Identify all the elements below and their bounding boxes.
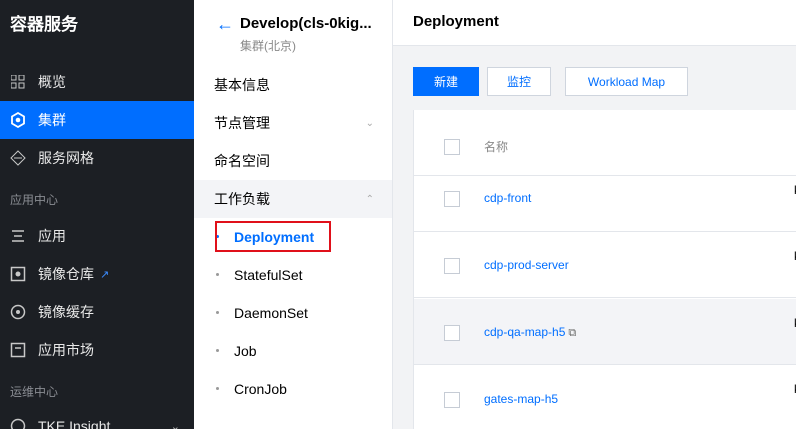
subnav-item-label: 工作负载 — [214, 191, 270, 207]
sidebar-item-label: 集群 — [38, 112, 66, 128]
app-title: 容器服务 — [10, 15, 78, 34]
row-checkbox[interactable] — [444, 191, 460, 207]
external-link-icon: ↗ — [100, 268, 110, 281]
table-row[interactable]: cdp-qa-map-h5⧉ k — [414, 299, 796, 365]
cluster-name: Develop(cls-0kig... — [240, 15, 372, 32]
workload-map-button[interactable]: Workload Map — [565, 67, 688, 96]
subnav-workload-statefulset[interactable]: StatefulSet — [194, 256, 392, 294]
market-icon — [10, 342, 26, 358]
nav-section-app-center: 应用中心 — [10, 193, 59, 207]
sidebar-item-tke-insight[interactable]: TKE Insight ⌄ — [0, 407, 194, 429]
sidebar-item-image-repo[interactable]: 镜像仓库 ↗ — [0, 255, 194, 293]
subnav-item-workload[interactable]: 工作负载 ⌃ — [194, 180, 392, 218]
bullet-dot — [216, 349, 219, 352]
subnav-item-namespace[interactable]: 命名空间 — [194, 142, 392, 180]
image-repo-icon — [10, 266, 26, 282]
sidebar-item-image-cache[interactable]: 镜像缓存 — [0, 293, 194, 331]
highlight-box — [215, 221, 331, 252]
sidebar-item-cluster[interactable]: 集群 — [0, 101, 194, 139]
app-icon — [10, 228, 26, 244]
bullet-dot — [216, 273, 219, 276]
image-cache-icon — [10, 304, 26, 320]
subnav-item-label: Job — [234, 343, 257, 359]
deployment-name[interactable]: cdp-qa-map-h5 — [484, 325, 565, 339]
grid-icon — [10, 74, 26, 90]
sidebar-item-market[interactable]: 应用市场 — [0, 331, 194, 369]
app-root: 容器服务 概览 集群 服务网格 应用中心 应用 镜像仓库 ↗ 镜像缓存 应用市场… — [0, 0, 796, 429]
bullet-dot — [216, 311, 219, 314]
subnav-item-label: StatefulSet — [234, 267, 303, 283]
row-checkbox[interactable] — [444, 258, 460, 274]
subnav-item-label: 命名空间 — [214, 153, 270, 169]
sidebar-item-label: 服务网格 — [38, 150, 94, 166]
sidebar-item-label: 概览 — [38, 74, 66, 90]
subnav-item-label: 节点管理 — [214, 115, 270, 131]
sidebar-item-label: 应用 — [38, 228, 66, 244]
subnav-workload-daemonset[interactable]: DaemonSet — [194, 294, 392, 332]
subnav-item-node-management[interactable]: 节点管理 ⌄ — [194, 104, 392, 142]
column-header-name: 名称 — [484, 140, 509, 154]
subnav-item-basic-info[interactable]: 基本信息 — [194, 66, 392, 104]
create-button[interactable]: 新建 — [413, 67, 479, 96]
page-header: Deployment — [393, 0, 796, 46]
sidebar-item-label: 应用市场 — [38, 342, 94, 358]
chevron-up-icon: ⌃ — [365, 193, 374, 205]
deployment-link[interactable]: cdp-front — [484, 191, 531, 205]
deployment-link[interactable]: cdp-prod-server — [484, 258, 569, 272]
row-checkbox[interactable] — [444, 325, 460, 341]
cluster-subnav: ← Develop(cls-0kig... 集群(北京) 基本信息 节点管理 ⌄… — [194, 0, 393, 429]
chevron-down-icon[interactable]: ⌄ — [171, 420, 180, 429]
subnav-item-label: DaemonSet — [234, 305, 308, 321]
back-arrow-icon[interactable]: ← — [216, 14, 234, 35]
main-content: Deployment 新建 监控 Workload Map 名称 I cdp-f… — [393, 0, 796, 429]
sidebar-item-label: 镜像仓库 — [38, 266, 94, 282]
deployment-table: 名称 I cdp-front k cdp-prod-server k cdp-q… — [413, 110, 796, 429]
sidebar-item-app[interactable]: 应用 — [0, 217, 194, 255]
chevron-down-icon: ⌄ — [365, 117, 374, 129]
sidebar-item-label: 镜像缓存 — [38, 304, 94, 320]
subnav-item-label: CronJob — [234, 381, 287, 397]
table-row[interactable]: cdp-prod-server k — [414, 232, 796, 298]
bullet-dot — [216, 387, 219, 390]
select-all-checkbox[interactable] — [444, 139, 460, 155]
main-sidebar: 容器服务 概览 集群 服务网格 应用中心 应用 镜像仓库 ↗ 镜像缓存 应用市场… — [0, 0, 194, 429]
subnav-workload-job[interactable]: Job — [194, 332, 392, 370]
nav-section-ops-center: 运维中心 — [10, 385, 59, 399]
insight-icon — [10, 418, 26, 429]
copy-icon[interactable]: ⧉ — [568, 327, 576, 340]
sidebar-item-label: TKE Insight — [38, 418, 111, 429]
deployment-link[interactable]: cdp-qa-map-h5 ⧉ — [484, 325, 576, 340]
cluster-icon — [10, 112, 26, 128]
mesh-icon — [10, 150, 26, 166]
row-checkbox[interactable] — [444, 392, 460, 408]
monitor-button[interactable]: 监控 — [487, 67, 551, 96]
page-title: Deployment — [413, 13, 499, 30]
table-row[interactable]: cdp-front k — [414, 166, 796, 232]
subnav-workload-cronjob[interactable]: CronJob — [194, 370, 392, 408]
sidebar-item-overview[interactable]: 概览 — [0, 63, 194, 101]
deployment-link[interactable]: gates-map-h5 — [484, 392, 558, 406]
sidebar-item-service-mesh[interactable]: 服务网格 — [0, 139, 194, 177]
cluster-region: 集群(北京) — [240, 39, 296, 53]
table-row[interactable]: gates-map-h5 k — [414, 365, 796, 429]
subnav-item-label: 基本信息 — [214, 77, 270, 93]
